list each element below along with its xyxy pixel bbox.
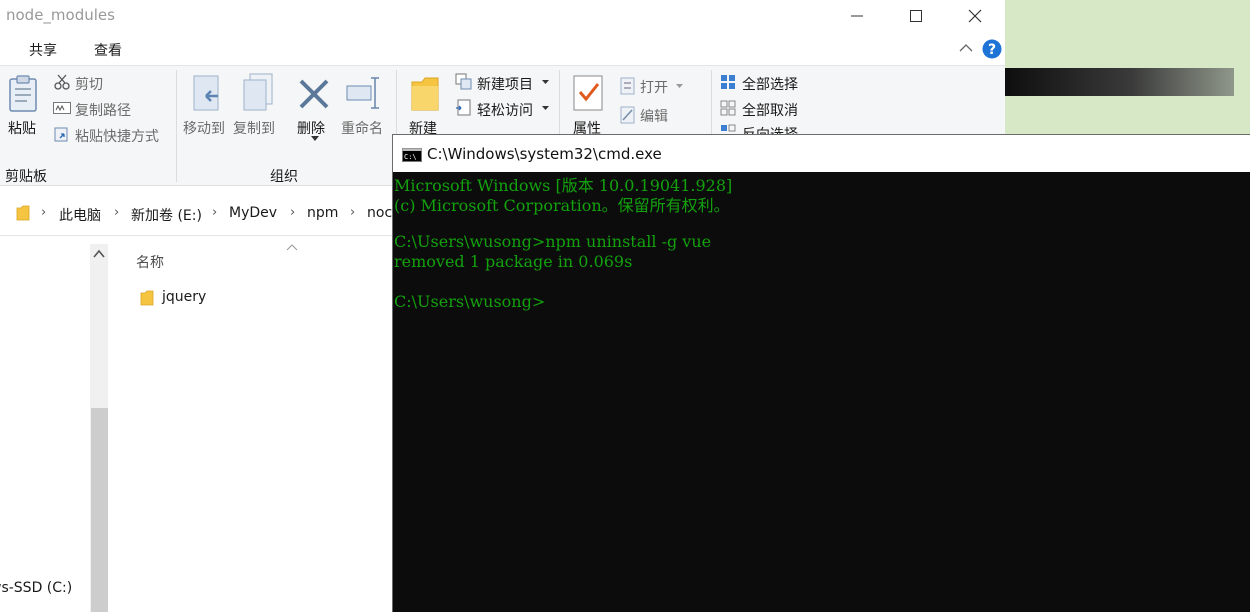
tab-share[interactable]: 共享 [29,40,57,60]
maximize-icon [910,10,922,22]
chevron-right-icon: › [290,205,296,220]
open-icon [620,77,635,95]
delete-button[interactable]: 删除 [297,118,325,138]
easy-access-button[interactable]: 轻松访问 [477,100,533,120]
delete-icon [299,79,329,109]
chevron-right-icon: › [350,205,356,220]
move-to-button[interactable]: 移动到 [183,118,225,138]
open-dropdown-icon [676,84,683,88]
file-list: 名称 jquery [110,244,395,612]
scroll-up-icon[interactable] [93,249,105,259]
cut-button[interactable]: 剪切 [75,74,103,94]
cmd-window-title: C:\Windows\system32\cmd.exe [427,145,662,163]
collapse-ribbon-icon[interactable] [959,42,973,54]
select-all-button[interactable]: 全部选择 [742,74,798,94]
select-all-icon [721,75,735,89]
cmd-icon: C:\ [402,148,422,162]
select-none-button[interactable]: 全部取消 [742,100,798,120]
edit-button[interactable]: 编辑 [640,106,668,126]
maximize-button[interactable] [887,0,945,32]
move-to-icon [193,75,219,111]
copy-to-button[interactable]: 复制到 [233,118,275,138]
organize-group-label: 组织 [270,169,298,185]
console-line: C:\Users\wusong>npm uninstall -g vue [394,232,712,251]
cmd-window[interactable]: C:\ C:\Windows\system32\cmd.exe Microsof… [392,134,1250,612]
console-line: (c) Microsoft Corporation。保留所有权利。 [394,196,730,215]
copy-to-icon [243,73,273,111]
close-icon [968,9,982,23]
explorer-titlebar: node_modules [0,0,1005,32]
chevron-right-icon: › [41,205,47,220]
breadcrumb-drive-e[interactable]: 新加卷 (E:) [131,205,202,225]
close-button[interactable] [946,0,1004,32]
svg-text:C:\: C:\ [404,153,417,161]
easy-access-icon [456,99,471,116]
paste-button[interactable]: 粘贴 [8,118,36,138]
new-item-dropdown-icon [542,80,549,84]
list-item[interactable]: jquery [136,288,336,310]
new-item-icon [455,73,472,90]
sort-up-icon [286,244,298,251]
clipboard-group-label: 剪贴板 [5,169,47,185]
console-line: removed 1 package in 0.069s [394,252,633,271]
scissors-icon [54,74,70,90]
breadcrumb-node-modules[interactable]: noc [367,205,392,221]
svg-text:?: ? [988,42,996,58]
properties-icon [573,75,603,111]
dropdown-arrow-icon [311,136,319,141]
ribbon-tabs: 共享 查看 ? [0,32,1005,66]
column-header-name[interactable]: 名称 [136,252,164,272]
cmd-console[interactable]: Microsoft Windows [版本 10.0.19041.928] (c… [393,172,1250,613]
desktop-background [1005,0,1250,134]
breadcrumb-this-pc[interactable]: 此电脑 [59,205,101,225]
clipboard-group: 粘贴 剪切 复制路径 粘贴快捷方式 剪贴板 [0,66,176,186]
breadcrumb-npm[interactable]: npm [307,205,338,221]
chevron-right-icon: › [114,205,120,220]
console-prompt: C:\Users\wusong> [394,292,546,311]
nav-scrollbar-thumb[interactable] [91,408,108,612]
select-none-icon [720,100,736,116]
help-icon[interactable]: ? [982,39,1002,59]
nav-item-drive-c[interactable]: ws-SSD (C:) [0,580,72,596]
invert-selection-icon [721,124,736,132]
organize-group: 移动到 复制到 删除 重命名 组织 [177,66,395,186]
new-folder-icon [411,77,439,111]
paste-shortcut-button[interactable]: 粘贴快捷方式 [75,126,159,146]
background-window-strip [1005,68,1234,96]
open-button[interactable]: 打开 [640,77,668,97]
folder-icon [16,205,30,221]
window-title: node_modules [6,6,115,24]
new-item-button[interactable]: 新建项目 [477,74,533,94]
chevron-right-icon: › [212,205,218,220]
easy-access-dropdown-icon [542,106,549,110]
breadcrumb-mydev[interactable]: MyDev [229,205,277,221]
paste-icon [9,75,37,112]
rename-button[interactable]: 重命名 [341,118,383,138]
copy-path-icon [53,102,71,114]
minimize-button[interactable] [828,0,886,32]
file-name: jquery [162,289,207,305]
minimize-icon [851,15,863,17]
copy-path-button[interactable]: 复制路径 [75,100,131,120]
edit-icon [620,106,635,124]
paste-shortcut-icon [54,127,68,142]
folder-icon [140,290,154,306]
cmd-titlebar[interactable]: C:\ C:\Windows\system32\cmd.exe [393,135,1250,172]
rename-icon [346,77,379,109]
tab-view[interactable]: 查看 [94,40,122,60]
